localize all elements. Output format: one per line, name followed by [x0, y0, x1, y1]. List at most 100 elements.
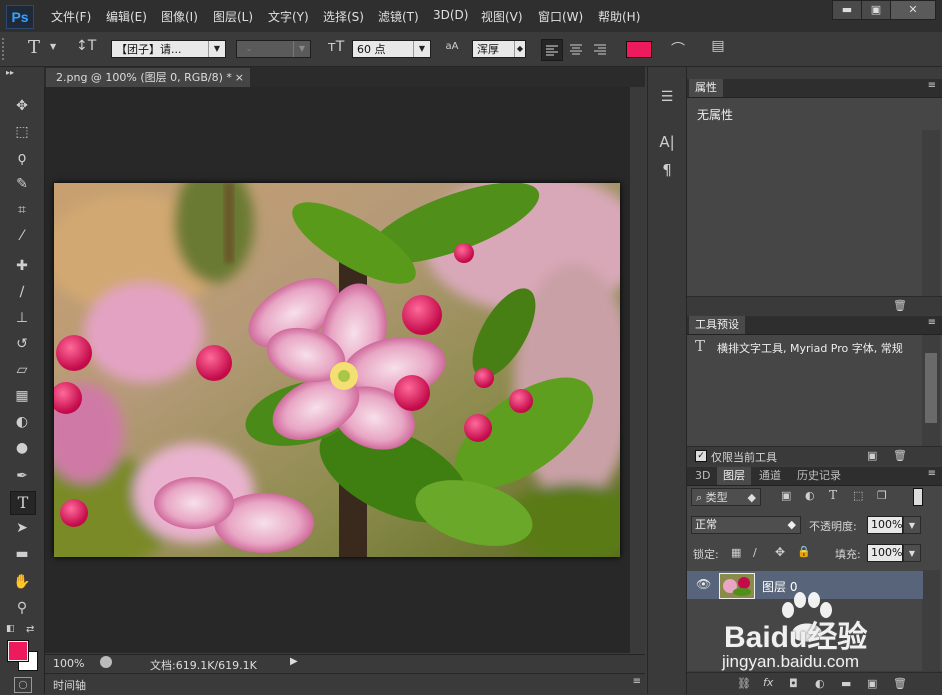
font-family-select[interactable]: 【团子】请... ▼ [111, 40, 226, 58]
vertical-scrollbar[interactable] [630, 87, 645, 653]
menu-item[interactable]: 滤镜(T) [378, 8, 419, 25]
zoom-level[interactable]: 100% [53, 657, 84, 670]
lock-transparent-icon[interactable]: ▦ [731, 546, 741, 559]
status-menu-arrow-icon[interactable]: ▶ [290, 656, 298, 667]
opacity-dropdown-arrow[interactable]: ▼ [903, 516, 921, 534]
tool-presets-scrollbar[interactable] [922, 335, 940, 446]
visibility-eye-icon[interactable]: 👁 [696, 577, 711, 591]
tab-history[interactable]: 历史记录 [791, 467, 847, 485]
trash-icon[interactable]: 🗑 [893, 449, 907, 462]
trash-icon[interactable]: 🗑 [893, 299, 907, 312]
clone-stamp-tool-icon[interactable]: ⊥ [10, 307, 34, 329]
menu-item[interactable]: 选择(S) [323, 8, 364, 25]
fill-dropdown-arrow[interactable]: ▼ [903, 544, 921, 562]
canvas-image[interactable] [54, 183, 620, 557]
healing-brush-tool-icon[interactable]: ✚ [10, 255, 34, 277]
marquee-tool-icon[interactable]: ⬚ [10, 121, 34, 143]
brush-tool-icon[interactable]: ∕ [10, 281, 34, 303]
move-tool-icon[interactable]: ✥ [10, 95, 34, 117]
character-panel-icon[interactable]: A| [656, 133, 678, 151]
menu-item[interactable]: 编辑(E) [106, 8, 147, 25]
filter-type-icon[interactable]: T [829, 488, 837, 502]
status-info-icon[interactable] [100, 656, 112, 668]
menu-item[interactable]: 窗口(W) [538, 8, 583, 25]
text-color-swatch[interactable] [626, 41, 652, 58]
type-tool-button[interactable]: T [10, 491, 36, 515]
font-style-value: - [247, 43, 251, 56]
fill-input[interactable]: 100% [867, 544, 903, 562]
properties-scrollbar[interactable] [922, 130, 940, 296]
filter-smart-object-icon[interactable]: ❐ [877, 489, 887, 502]
align-center-button[interactable] [566, 39, 586, 59]
document-tab[interactable]: 2.png @ 100% (图层 0, RGB/8) * × [46, 68, 250, 87]
lasso-tool-icon[interactable]: ϙ [10, 147, 34, 169]
tab-layers[interactable]: 图层 [717, 467, 751, 485]
current-tool-only-checkbox[interactable]: ✓ [695, 450, 707, 462]
tool-preset-dropdown-arrow[interactable]: ▼ [50, 42, 56, 51]
new-preset-icon[interactable]: ▣ [867, 449, 877, 462]
rectangle-tool-icon[interactable]: ▬ [10, 543, 34, 565]
menu-item[interactable]: 文件(F) [51, 8, 91, 25]
filter-shape-icon[interactable]: ⬚ [853, 489, 863, 502]
font-style-select[interactable]: - ▼ [236, 40, 311, 58]
filter-toggle-switch[interactable] [913, 488, 923, 506]
tab-channels[interactable]: 通道 [753, 467, 787, 485]
foreground-color-swatch[interactable] [7, 640, 29, 662]
panel-menu-icon[interactable]: ≡ [928, 468, 936, 479]
filter-pixel-icon[interactable]: ▣ [781, 489, 791, 502]
paragraph-panel-icon[interactable]: ¶ [656, 161, 678, 179]
filter-adjustment-icon[interactable]: ◐ [805, 489, 815, 502]
panel-menu-icon[interactable]: ≡ [928, 80, 936, 91]
dodge-tool-icon[interactable]: ● [10, 437, 34, 459]
blur-tool-icon[interactable]: ◐ [10, 411, 34, 433]
layer-filter-select[interactable]: ⌕ 类型 ◆ [691, 488, 761, 506]
lock-pixels-icon[interactable]: ∕ [753, 546, 757, 559]
lock-position-icon[interactable]: ✥ [775, 545, 785, 559]
menu-item[interactable]: 视图(V) [481, 8, 523, 25]
blend-mode-select[interactable]: 正常 ◆ [691, 516, 801, 534]
menu-item[interactable]: 图像(I) [161, 8, 198, 25]
history-panel-icon[interactable]: ☰ [656, 89, 678, 105]
tab-tool-presets[interactable]: 工具预设 [689, 316, 745, 334]
close-tab-icon[interactable]: × [235, 68, 244, 87]
type-tool-icon[interactable]: T [24, 37, 44, 58]
warp-text-icon[interactable]: ⌒ [668, 39, 688, 59]
tab-properties[interactable]: 属性 [689, 79, 723, 97]
quick-mask-icon[interactable]: ◯ [14, 677, 32, 693]
close-button[interactable]: ✕ [890, 0, 936, 20]
swap-colors-icon[interactable]: ⇄ [26, 624, 34, 635]
font-size-select[interactable]: 60 点 ▼ [352, 40, 431, 58]
anti-alias-select[interactable]: 浑厚 ◆ [472, 40, 526, 58]
minimize-button[interactable]: ▬ [832, 0, 862, 20]
crop-tool-icon[interactable]: ⌗ [10, 199, 34, 221]
maximize-button[interactable]: ▣ [861, 0, 891, 20]
timeline-title[interactable]: 时间轴 [53, 677, 86, 693]
grip-handle[interactable] [2, 38, 8, 60]
menu-item[interactable]: 图层(L) [213, 8, 253, 25]
menu-item[interactable]: 帮助(H) [598, 8, 640, 25]
quick-select-tool-icon[interactable]: ✎ [10, 173, 34, 195]
path-selection-tool-icon[interactable]: ➤ [10, 517, 34, 539]
eraser-tool-icon[interactable]: ▱ [10, 359, 34, 381]
hand-tool-icon[interactable]: ✋ [10, 571, 34, 593]
menu-item[interactable]: 文字(Y) [268, 8, 309, 25]
tool-preset-item[interactable]: 横排文字工具, Myriad Pro 字体, 常规 [717, 340, 922, 356]
zoom-tool-icon[interactable]: ⚲ [10, 597, 34, 619]
default-colors-icon[interactable]: ◧ [6, 624, 15, 634]
panel-menu-icon[interactable]: ≡ [633, 676, 641, 687]
gradient-tool-icon[interactable]: ▦ [10, 385, 34, 407]
align-right-button[interactable] [590, 39, 610, 59]
pen-tool-icon[interactable]: ✒ [10, 465, 34, 487]
opacity-input[interactable]: 100% [867, 516, 903, 534]
tab-3d[interactable]: 3D [689, 467, 716, 485]
collapse-toolbox-icon[interactable]: ▸▸ [6, 68, 14, 77]
panel-menu-icon[interactable]: ≡ [928, 317, 936, 328]
character-panel-icon[interactable]: ▤ [708, 38, 728, 54]
scroll-thumb[interactable] [925, 353, 937, 423]
history-brush-tool-icon[interactable]: ↺ [10, 333, 34, 355]
text-orientation-icon[interactable]: ↕T [76, 38, 96, 54]
lock-all-icon[interactable]: 🔒 [797, 545, 811, 558]
align-left-button[interactable] [541, 39, 563, 61]
menu-item[interactable]: 3D(D) [433, 8, 468, 22]
eyedropper-tool-icon[interactable]: ⁄ [10, 225, 34, 247]
